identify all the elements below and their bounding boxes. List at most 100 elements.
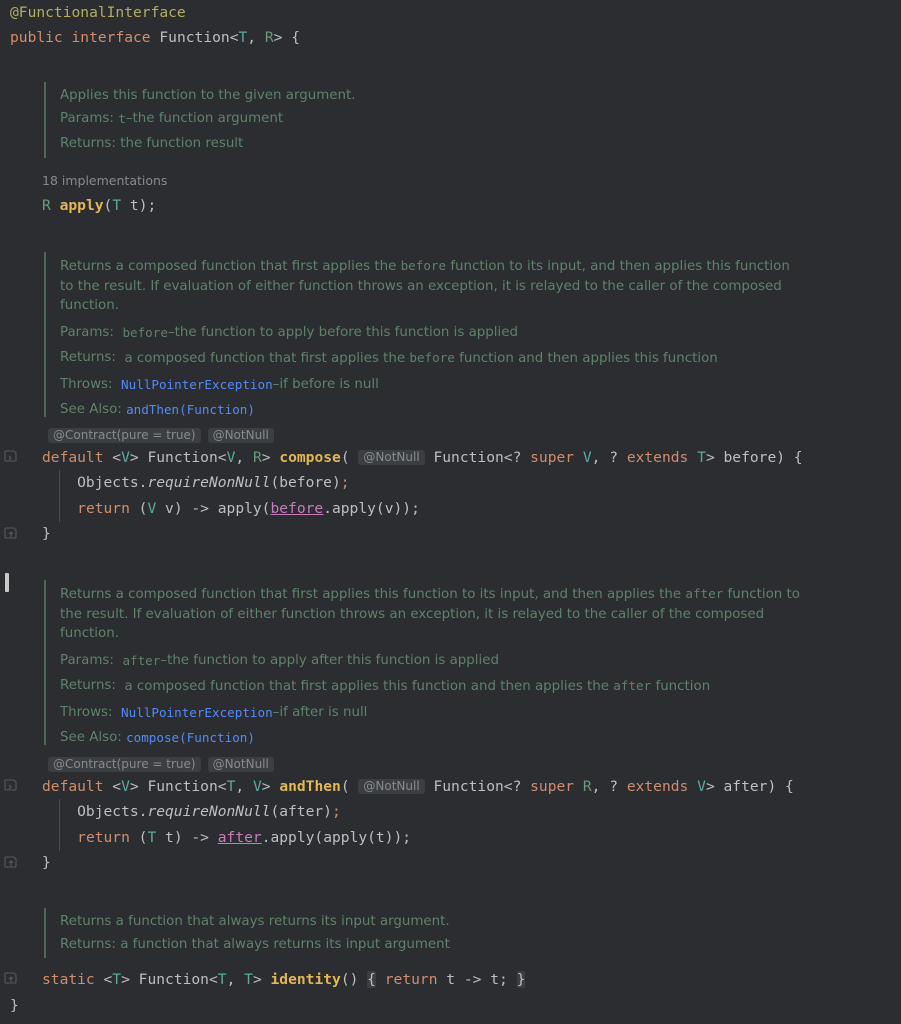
space-1 xyxy=(63,29,72,46)
lambda-identity: t -> t; xyxy=(437,971,508,988)
caret-line-marker xyxy=(5,573,9,592)
override-method-icon[interactable] xyxy=(4,856,18,870)
annotation-chip-notnull[interactable]: @NotNull xyxy=(207,428,274,443)
javadoc-link-compose[interactable]: compose(Function) xyxy=(126,725,255,751)
param-type-function: Function xyxy=(433,449,504,466)
keyword-default: default xyxy=(42,449,104,466)
javadoc-inline-code: before xyxy=(400,258,447,273)
annotation-chip-contract[interactable]: @Contract(pure = true) xyxy=(48,428,201,443)
javadoc-row-label: Returns: xyxy=(60,350,116,365)
code-line-return-andthen[interactable]: return (T t) -> after.apply(apply(t)); xyxy=(42,828,411,847)
method-signature-identity[interactable]: static <T> Function<T, T> identity() { r… xyxy=(42,970,526,989)
code-line-requirenonnull-before[interactable]: Objects.requireNonNull(before); xyxy=(42,473,349,492)
u10: , ? xyxy=(591,778,627,795)
t2: > xyxy=(129,449,148,466)
javadoc-link-andthen[interactable]: andThen(Function) xyxy=(126,397,255,423)
closing-brace: } xyxy=(42,854,51,871)
javadoc-row-returns: Returns: the function result xyxy=(60,131,824,157)
javadoc-row-text: the function argument xyxy=(132,110,284,126)
wildcard-bound-v: V xyxy=(582,449,592,466)
javadoc-row-dash: – xyxy=(160,652,168,668)
v1: ( xyxy=(129,829,148,846)
override-method-icon[interactable] xyxy=(4,972,18,986)
lambda-param-type-v: V xyxy=(147,500,157,517)
javadoc-row-text: a function that always returns its input… xyxy=(120,936,450,952)
code-line-return-compose[interactable]: return (V v) -> apply(before.apply(v)); xyxy=(42,499,420,518)
open-brace: { xyxy=(291,29,301,46)
closing-brace: } xyxy=(42,525,51,542)
code-line-close-compose[interactable]: } xyxy=(42,524,51,543)
javadoc-summary: Returns a function that always returns i… xyxy=(60,914,450,929)
method-name-compose: compose xyxy=(279,449,341,466)
implemented-method-icon[interactable] xyxy=(4,450,18,464)
annotation-chip-contract[interactable]: @Contract(pure = true) xyxy=(48,757,201,772)
captured-variable-after[interactable]: after xyxy=(218,829,262,846)
javadoc-identity: Returns a function that always returns i… xyxy=(44,908,744,958)
javadoc-row-text: if before is null xyxy=(279,376,379,392)
implemented-method-icon[interactable] xyxy=(4,779,18,793)
javadoc-row-text: a composed function that first applies t… xyxy=(124,350,718,366)
annotation-chip-notnull-inline[interactable]: @NotNull xyxy=(358,779,425,794)
method-signature-compose[interactable]: default <V> Function<V, R> compose( @Not… xyxy=(42,448,803,467)
u4: , xyxy=(235,778,253,795)
javadoc-row-label: See Also: xyxy=(60,730,122,745)
annotation-functional-interface-line[interactable]: @FunctionalInterface xyxy=(10,3,186,22)
javadoc-row-text: the function result xyxy=(120,136,244,151)
javadoc-accent-bar xyxy=(44,580,46,745)
t6: ( xyxy=(340,449,359,466)
keyword-public: public xyxy=(10,29,63,46)
param-name-and-close: t); xyxy=(121,197,157,214)
w8 xyxy=(508,971,517,988)
javadoc-row-label: Params: xyxy=(60,110,114,126)
type-arg-v: V xyxy=(252,778,262,795)
javadoc-row-label: Throws: xyxy=(60,376,113,392)
keyword-return: return xyxy=(384,971,438,988)
type-param-r: R xyxy=(264,29,274,46)
t5: > xyxy=(261,449,280,466)
javadoc-row-label: Returns: xyxy=(60,136,116,151)
code-line-requirenonnull-after[interactable]: Objects.requireNonNull(after); xyxy=(42,802,341,821)
code-line-close-andthen[interactable]: } xyxy=(42,853,51,872)
folded-body-close-brace[interactable]: } xyxy=(516,971,526,988)
qualifier-objects: Objects. xyxy=(42,474,148,491)
interface-declaration-line[interactable]: public interface Function<T, R> { xyxy=(10,28,300,47)
paren-open: ( xyxy=(103,197,113,214)
type-arg-t2: T xyxy=(244,971,253,988)
t8: <? xyxy=(503,449,531,466)
closing-brace-interface: } xyxy=(10,997,19,1014)
javadoc-link-nullpointerexception[interactable]: NullPointerException xyxy=(121,372,273,398)
keyword-return: return xyxy=(77,829,130,846)
javadoc-row-term: after xyxy=(122,652,161,668)
javadoc-summary: Applies this function to the given argum… xyxy=(60,88,356,103)
javadoc-row-throws: Throws: NullPointerException – if before… xyxy=(60,372,834,398)
method-signature-apply[interactable]: R apply(T t); xyxy=(42,196,156,215)
javadoc-row-spacer xyxy=(114,320,123,346)
editor-gutter[interactable] xyxy=(0,0,26,1024)
javadoc-row-label: Throws: xyxy=(60,704,113,720)
return-type-function: Function xyxy=(147,449,218,466)
code-editor[interactable]: @FunctionalInterface public interface Fu… xyxy=(0,0,901,1024)
javadoc-inline-code: after xyxy=(685,586,724,601)
u6: ( xyxy=(340,778,359,795)
annotation-chip-notnull[interactable]: @NotNull xyxy=(207,757,274,772)
javadoc-row-text: the function to apply before this functi… xyxy=(174,324,518,340)
override-method-icon[interactable] xyxy=(4,527,18,541)
u11 xyxy=(688,778,697,795)
code-line-interface-close[interactable]: } xyxy=(10,996,19,1015)
method-signature-andthen[interactable]: default <V> Function<T, V> andThen( @Not… xyxy=(42,777,794,796)
javadoc-row-throws: Throws: NullPointerException – if after … xyxy=(60,700,834,726)
args-after: (after) xyxy=(270,803,332,820)
u9 xyxy=(574,778,583,795)
javadoc-row-dash: – xyxy=(167,324,175,340)
param-type-t: T xyxy=(112,197,122,214)
javadoc-row-text: a composed function that first applies t… xyxy=(124,678,711,694)
inlay-hint-implementations[interactable]: 18 implementations xyxy=(42,173,167,189)
javadoc-row-spacer xyxy=(116,673,125,700)
folded-body-open-brace[interactable]: { xyxy=(367,971,376,988)
captured-variable-before[interactable]: before xyxy=(270,500,323,517)
javadoc-link-nullpointerexception[interactable]: NullPointerException xyxy=(121,700,273,726)
javadoc-row-label: See Also: xyxy=(60,402,122,417)
keyword-default: default xyxy=(42,778,104,795)
annotation-chip-notnull-inline[interactable]: @NotNull xyxy=(358,450,425,465)
